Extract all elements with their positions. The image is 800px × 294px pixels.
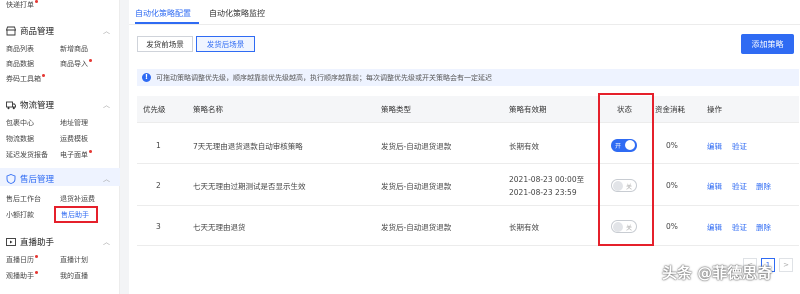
- sidebar-item-my-live[interactable]: 我的直播: [60, 271, 88, 281]
- new-badge: [35, 271, 38, 274]
- sidebar-group-logistics[interactable]: 物流管理 ︿: [6, 99, 110, 111]
- info-icon: !: [142, 73, 151, 82]
- new-badge: [89, 59, 92, 62]
- delete-link[interactable]: 删除: [756, 222, 771, 233]
- sidebar-group-live[interactable]: 直播助手 ︿: [6, 236, 110, 248]
- row-cost: 0%: [666, 141, 678, 150]
- info-notice: ! 可拖动策略调整优先级，顺序越靠前优先级越高，执行顺序越靠前；每次调整优先级或…: [137, 69, 799, 86]
- notice-text: 可拖动策略调整优先级，顺序越靠前优先级越高，执行顺序越靠前；每次调整优先级或开关…: [156, 73, 492, 82]
- verify-link[interactable]: 验证: [732, 141, 747, 152]
- segment-post-shipment[interactable]: 发货后场景: [196, 36, 255, 52]
- row-name: 七天无理由退货: [193, 223, 246, 232]
- sidebar-item-coupon-tools[interactable]: 券码工具箱: [6, 74, 45, 84]
- sidebar-item-live-plan[interactable]: 直播计划: [60, 255, 88, 265]
- new-badge: [42, 74, 45, 77]
- edit-link[interactable]: 编辑: [707, 181, 722, 192]
- sidebar: 快递打单 商品管理 ︿ 商品列表 新增商品 商品数据 商品导入 券码工具箱 物流…: [0, 0, 120, 294]
- row-divider: [137, 122, 799, 123]
- row-validity: 长期有效: [509, 223, 539, 232]
- edit-link[interactable]: 编辑: [707, 141, 722, 152]
- live-icon: [6, 238, 16, 246]
- new-badge: [35, 255, 38, 258]
- shop-icon: [6, 26, 16, 36]
- chevron-up-icon: ︿: [103, 101, 110, 109]
- sidebar-item-aftersale-assistant[interactable]: 售后助手: [61, 210, 89, 220]
- col-validity: 策略有效期: [509, 105, 547, 114]
- sidebar-group-title: 售后管理: [20, 175, 55, 185]
- sidebar-group-goods[interactable]: 商品管理 ︿: [6, 25, 110, 37]
- status-column-highlight: [598, 93, 654, 246]
- row-type: 发货后-自动退货退款: [381, 223, 452, 232]
- row-divider: [137, 205, 799, 206]
- truck-icon: [6, 101, 16, 110]
- row-cost: 0%: [666, 222, 678, 231]
- tab-divider: [129, 24, 800, 25]
- sidebar-item-express-print[interactable]: 快递打单: [6, 0, 38, 10]
- chevron-up-icon: ︿: [103, 27, 110, 35]
- chevron-up-icon: ︿: [103, 175, 110, 183]
- row-type: 发货后-自动退货退款: [381, 182, 452, 191]
- aftersale-assistant-highlight[interactable]: 售后助手: [54, 206, 98, 223]
- sidebar-item-package-center[interactable]: 包裹中心: [6, 118, 34, 128]
- row-priority: 2: [156, 181, 161, 190]
- sidebar-item-address[interactable]: 地址管理: [60, 118, 88, 128]
- row-validity: 长期有效: [509, 142, 539, 151]
- add-strategy-button[interactable]: 添加策略: [741, 34, 794, 54]
- screen: 快递打单 商品管理 ︿ 商品列表 新增商品 商品数据 商品导入 券码工具箱 物流…: [0, 0, 800, 294]
- col-type: 策略类型: [381, 105, 411, 114]
- row-priority: 1: [156, 141, 161, 150]
- tab-strategy-config[interactable]: 自动化策略配置: [135, 8, 191, 19]
- edit-link[interactable]: 编辑: [707, 222, 722, 233]
- row-validity-start: 2021-08-23 00:00至: [509, 175, 585, 184]
- sidebar-item-watch-assistant[interactable]: 观播助手: [6, 271, 38, 281]
- segment-pre-shipment[interactable]: 发货前场景: [137, 36, 193, 52]
- sidebar-item-live-calendar[interactable]: 直播日历: [6, 255, 38, 265]
- row-name: 七天无理由过期测试是否显示生效: [193, 182, 306, 191]
- row-name: 7天无理由退货退款自动审核策略: [193, 142, 303, 151]
- verify-link[interactable]: 验证: [732, 181, 747, 192]
- row-priority: 3: [156, 222, 161, 231]
- verify-link[interactable]: 验证: [732, 222, 747, 233]
- sidebar-item-freight-template[interactable]: 运费模板: [60, 134, 88, 144]
- sidebar-item-goods-import[interactable]: 商品导入: [60, 59, 92, 69]
- sidebar-group-title: 物流管理: [20, 101, 55, 111]
- shield-icon: [6, 174, 16, 184]
- sidebar-item-goods-data[interactable]: 商品数据: [6, 59, 34, 69]
- sidebar-item-goods-list[interactable]: 商品列表: [6, 44, 34, 54]
- main-panel: 自动化策略配置 自动化策略监控 发货前场景 发货后场景 添加策略 ! 可拖动策略…: [129, 0, 800, 294]
- tab-strategy-monitor[interactable]: 自动化策略监控: [209, 8, 265, 19]
- sidebar-group-aftersale[interactable]: 售后管理 ︿: [6, 173, 110, 185]
- sidebar-item-e-waybill[interactable]: 电子面单: [60, 150, 92, 160]
- row-divider: [137, 163, 799, 164]
- delete-link[interactable]: 删除: [756, 181, 771, 192]
- next-page-button[interactable]: >: [779, 258, 793, 272]
- sidebar-item-delay-report[interactable]: 延迟发货报备: [6, 150, 48, 160]
- sidebar-item-small-payment[interactable]: 小额打款: [6, 210, 34, 220]
- col-actions: 操作: [707, 105, 722, 114]
- chevron-up-icon: ︿: [103, 238, 110, 246]
- sidebar-item-aftersale-workbench[interactable]: 售后工作台: [6, 194, 41, 204]
- col-priority: 优先级: [143, 105, 166, 114]
- new-badge: [89, 150, 92, 153]
- row-type: 发货后-自动退货退款: [381, 142, 452, 151]
- table-header: [137, 96, 799, 122]
- col-name: 策略名称: [193, 105, 223, 114]
- sidebar-group-title: 商品管理: [20, 27, 55, 37]
- col-cost: 资金消耗: [655, 105, 685, 114]
- row-cost: 0%: [666, 181, 678, 190]
- new-badge: [35, 0, 38, 3]
- row-divider: [137, 245, 799, 246]
- sidebar-group-title: 直播助手: [20, 238, 55, 248]
- row-validity-end: 2021-08-23 23:59: [509, 188, 577, 197]
- sidebar-item-return-freight[interactable]: 退货补运费: [60, 194, 95, 204]
- sidebar-item-add-goods[interactable]: 新增商品: [60, 44, 88, 54]
- sidebar-item-logistics-data[interactable]: 物流数据: [6, 134, 34, 144]
- watermark: 头条 @菲德思奇: [662, 264, 773, 282]
